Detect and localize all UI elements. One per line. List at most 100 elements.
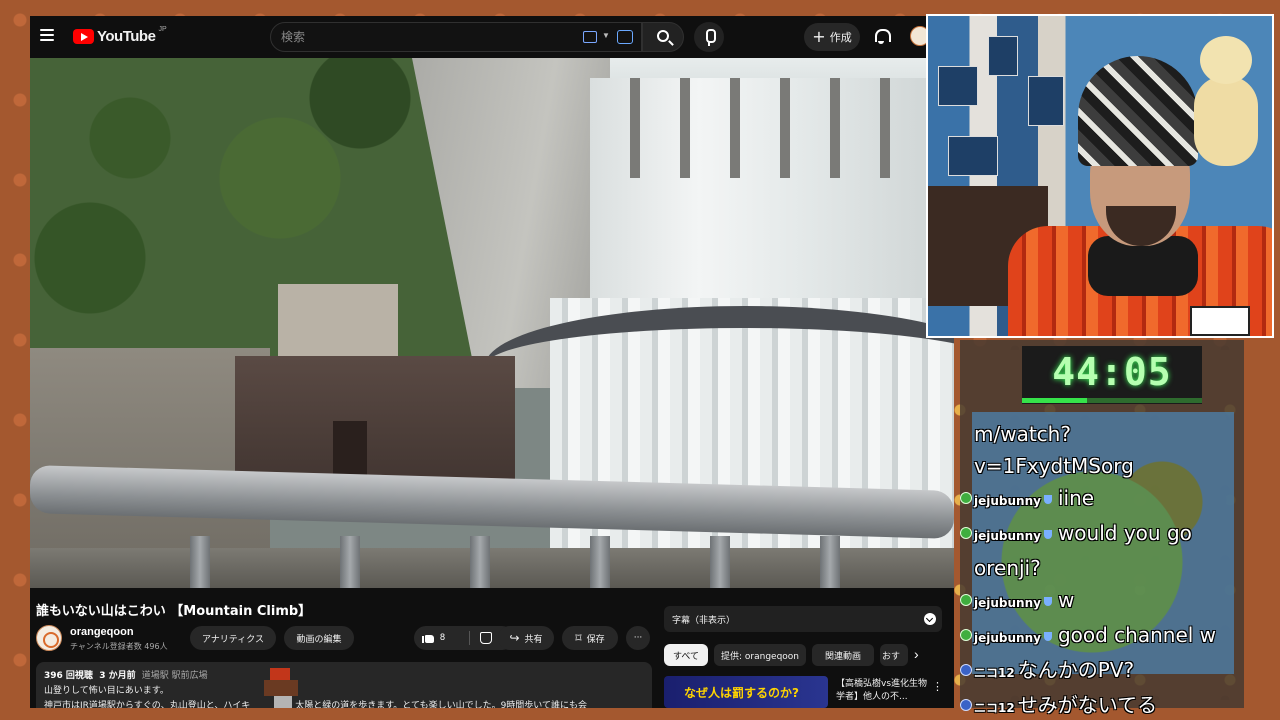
railing-post — [820, 536, 840, 588]
search-input[interactable] — [281, 30, 561, 44]
save-label: 保存 — [586, 634, 605, 645]
chat-message: m/watch? — [974, 418, 1238, 450]
chip-from-channel[interactable]: 提供: orangeqoon — [714, 644, 806, 666]
video-title: 誰もいない山はこわい 【Mountain Climb】 — [36, 604, 312, 619]
chat-username: jejubunny — [974, 631, 1041, 645]
thumbnail-text: なぜ人は罰するのか? — [684, 686, 799, 700]
video-bridge-pipe — [485, 306, 954, 426]
chip-label: 関連動画 — [824, 651, 861, 662]
chat-text: good channel w — [1057, 623, 1217, 647]
search-box: ▼ — [270, 22, 642, 52]
chat-text: v=1FxydtMSorg — [974, 454, 1134, 478]
video-trees — [30, 58, 480, 368]
share-icon: ↪ — [509, 631, 520, 645]
chip-all[interactable]: すべて — [664, 644, 708, 666]
like-icon[interactable] — [422, 631, 434, 643]
youtube-logo[interactable]: YouTube JP — [73, 26, 167, 45]
chat-badge-icon — [960, 664, 972, 676]
chat-message: ニコ12 せみがないてる — [960, 689, 1238, 720]
description-line: 山登りして怖い目にあいます。 — [44, 686, 169, 696]
chat-username: jejubunny — [974, 494, 1041, 508]
keyboard-icon[interactable] — [583, 31, 597, 43]
logo-region: JP — [158, 26, 167, 33]
chat-username: jejubunny — [974, 529, 1041, 543]
more-vert-icon[interactable]: ⋮ — [932, 680, 943, 693]
stream-timer: 44:05 — [1052, 350, 1172, 394]
voice-search-button[interactable] — [694, 22, 724, 52]
chip-label: 提供: orangeqoon — [721, 651, 799, 662]
chat-text: m/watch? — [974, 422, 1071, 446]
webcam-overlay — [926, 14, 1274, 338]
chevron-down-icon[interactable]: ▼ — [602, 31, 610, 40]
captions-label: 字幕（非表示） — [672, 615, 736, 626]
timer-progress-fill — [1022, 398, 1087, 403]
youtube-play-icon — [73, 29, 94, 44]
more-icon: ··· — [633, 633, 643, 643]
video-player[interactable] — [30, 58, 954, 588]
teddy-bear — [1190, 36, 1262, 176]
video-ground — [30, 548, 954, 588]
like-count[interactable]: 8 — [440, 632, 445, 642]
chat-badge-icon — [960, 527, 972, 539]
dislike-icon[interactable] — [480, 632, 492, 644]
chat-badge-icon — [960, 699, 972, 711]
create-label: 作成 — [829, 31, 852, 44]
channel-avatar[interactable] — [36, 625, 62, 651]
edit-video-button[interactable]: 動画の編集 — [284, 626, 354, 650]
railing-post — [710, 536, 730, 588]
notifications-bell-icon[interactable] — [874, 29, 891, 44]
recommendation-thumbnail[interactable]: なぜ人は罰するのか? — [664, 676, 828, 708]
analytics-label: アナリティクス — [201, 634, 264, 645]
chip-label: おす — [882, 651, 901, 662]
railing-post — [470, 536, 490, 588]
chat-message: orenji? — [974, 552, 1238, 584]
masthead: YouTube JP ▼ + 作成 — [30, 16, 954, 58]
recommendation-title[interactable]: 【高橋弘樹vs進化生物学者】他人の不... — [836, 678, 932, 704]
chat-message: v=1FxydtMSorg — [974, 450, 1238, 482]
ime-icon[interactable] — [617, 30, 633, 44]
shield-badge-icon — [1043, 495, 1052, 504]
chevron-right-icon[interactable]: › — [914, 646, 919, 662]
chip-related[interactable]: 関連動画 — [812, 644, 874, 666]
location-tag[interactable]: 道場駅 駅前広場 — [142, 671, 208, 681]
share-button[interactable]: ↪ 共有 — [498, 626, 554, 650]
chat-text: iine — [1057, 486, 1095, 510]
chat-badge-icon — [960, 594, 972, 606]
chat-text: would you go — [1057, 521, 1192, 545]
chip-recommended[interactable]: おす — [880, 644, 908, 666]
search-button[interactable] — [642, 22, 684, 52]
chat-message: jejubunny would you go — [960, 517, 1238, 552]
shield-badge-icon — [1043, 597, 1052, 606]
upload-age: 3 か月前 — [99, 671, 136, 681]
description-box[interactable]: 396 回視聴 3 か月前 道場駅 駅前広場 山登りして怖い目にあいます。 神戸… — [36, 662, 652, 708]
chat-username: ニコ12 — [974, 666, 1015, 680]
chat-username: ニコ12 — [974, 701, 1015, 715]
more-actions-button[interactable]: ··· — [626, 626, 650, 650]
video-hut — [278, 284, 398, 364]
shield-badge-icon — [1043, 530, 1052, 539]
analytics-button[interactable]: アナリティクス — [190, 626, 276, 650]
logo-text: YouTube — [97, 28, 156, 45]
divider — [469, 631, 470, 645]
railing-post — [190, 536, 210, 588]
subscriber-count: チャンネル登録者数 496人 — [70, 642, 168, 651]
chat-message: jejubunny iine — [960, 482, 1238, 517]
railing-post — [340, 536, 360, 588]
captions-panel-bar[interactable]: 字幕（非表示） — [664, 606, 942, 632]
expand-chevron-icon[interactable] — [924, 613, 936, 625]
description-meta: 396 回視聴 3 か月前 道場駅 駅前広場 — [44, 668, 644, 681]
chat-text: w — [1057, 588, 1075, 612]
chat-badge-icon — [960, 492, 972, 504]
view-count: 396 回視聴 — [44, 671, 93, 681]
chat-message: ニコ12 なんかのPV? — [960, 654, 1238, 689]
hamburger-menu-icon[interactable] — [40, 29, 54, 41]
chat-text: せみがないてる — [1017, 693, 1158, 717]
railing-post — [590, 536, 610, 588]
chat-overlay: m/watch? v=1FxydtMSorg jejubunny iine jejubu… — [960, 418, 1238, 720]
create-button[interactable]: + 作成 — [804, 23, 860, 51]
save-button[interactable]: ⌑ 保存 — [562, 626, 618, 650]
chat-badge-icon — [960, 629, 972, 641]
description-line: 神戸市はJR道場駅からすぐの、丸山登山と、ハイキ 太陽と緑の道を歩きます。とても… — [44, 701, 588, 708]
edit-video-label: 動画の編集 — [296, 634, 342, 645]
channel-name[interactable]: orangeqoon — [70, 626, 134, 638]
